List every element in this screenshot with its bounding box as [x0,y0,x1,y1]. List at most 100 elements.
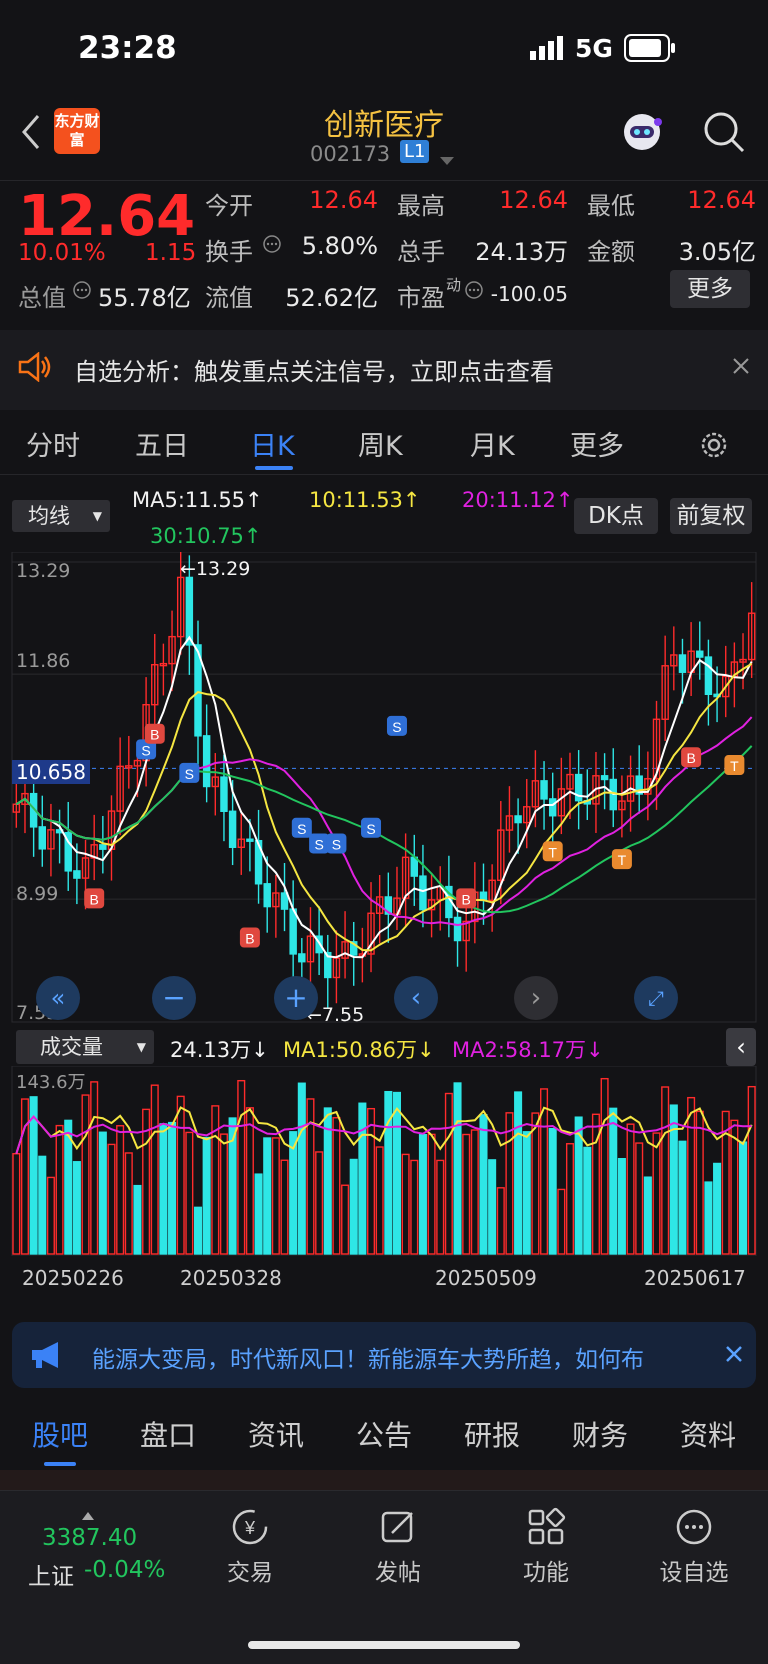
add-watchlist-button[interactable]: 设自选 [634,1507,754,1587]
volume-bar [315,1151,324,1255]
bottom-toolbar: 3387.40 上证 -0.04% ¥ 交易 发帖 功能 设自选 [0,1490,768,1664]
tab-order-book[interactable]: 盘口 [140,1414,196,1454]
tab-five-day[interactable]: 五日 [135,424,189,463]
zoom-in-icon[interactable]: + [274,976,318,1020]
tab-monthly-k[interactable]: 月K [470,424,515,463]
stat-value: 24.13万 [475,238,568,266]
tab-announcements[interactable]: 公告 [356,1414,412,1454]
ma20-label: 20:11.12↑ [462,488,574,512]
scroll-left-fast-icon[interactable]: « [36,976,80,1020]
period-tabs: 分时 五日 日K 周K 月K 更多 [0,412,768,475]
volume-bar [427,1133,436,1255]
yen-icon: ¥ [232,1509,268,1545]
volume-bar [384,1090,393,1255]
status-bar: 23:28 5G [0,0,768,100]
level-badge[interactable]: L1 [400,140,430,163]
trade-button[interactable]: ¥ 交易 [190,1507,310,1587]
volume-bar [635,1142,644,1255]
volume-bar [254,1173,263,1255]
signal-marker-label: S [141,742,150,758]
kline-svg: BSBSBSS SSSBT TB T [11,546,757,1023]
close-icon[interactable] [731,356,751,380]
volume-bar [81,1094,90,1255]
info-icon[interactable] [464,280,484,304]
volume-bar [531,1112,540,1255]
search-icon[interactable] [702,110,746,158]
volume-bar [349,1158,358,1255]
volume-bar [695,1110,704,1255]
nav-header: 东方财富 创新医疗 002173 L1 [0,100,768,181]
functions-button[interactable]: 功能 [486,1507,606,1587]
tab-profile[interactable]: 资料 [680,1414,736,1454]
candle-body [548,798,557,817]
tab-news[interactable]: 资讯 [248,1414,304,1454]
info-icon[interactable] [72,280,92,304]
volume-bar [280,1159,289,1255]
stat-label: 市盈 [397,284,445,312]
fullscreen-icon[interactable]: ⤢ [634,976,678,1020]
volume-chart[interactable] [0,1065,768,1260]
tab-financials[interactable]: 财务 [572,1414,628,1454]
info-icon[interactable] [262,234,282,258]
stat-value-total-value: 55.78亿 [98,284,191,312]
tab-weekly-k[interactable]: 周K [358,424,403,463]
adjust-button[interactable]: 前复权 [670,498,752,534]
ma-selector[interactable]: 均线 ▼ [12,500,110,532]
stat-value: 12.64 [499,186,568,214]
banner-text: 能源大变局，时代新风口！新能源车大势所趋，如何布 [92,1347,644,1373]
volume-bar [38,1155,47,1255]
step-left-icon[interactable]: ‹ [394,976,438,1020]
tab-daily-k[interactable]: 日K [250,424,295,463]
volume-bar [418,1133,427,1255]
volume-bar [72,1161,81,1255]
promo-banner[interactable]: 能源大变局，时代新风口！新能源车大势所趋，如何布 [12,1322,756,1388]
tab-forum[interactable]: 股吧 [32,1414,88,1454]
analysis-strip[interactable]: 自选分析：触发重点关注信号，立即点击查看 [0,330,768,410]
kline-chart[interactable]: BSBSBSSSSSBTTBT [0,546,768,1036]
volume-bar [514,1091,523,1255]
robot-assistant-icon[interactable] [618,108,666,160]
candle-body [246,838,254,842]
tab-intraday[interactable]: 分时 [26,424,80,463]
ma-selector-label: 均线 [28,504,70,528]
svg-text:¥: ¥ [244,1518,256,1538]
volume-bar [600,1077,609,1255]
volume-bar [713,1162,722,1255]
quote-panel: 12.64 10.01% 1.15 今开 12.64 最高 12.64 最低 12.64 换… [0,180,768,328]
ma5-label: MA5:11.55↑ [132,488,263,512]
axis-upper: 11.86 [16,650,71,672]
signal-marker-label: B [462,891,471,907]
volume-bar [565,1143,575,1255]
tab-more[interactable]: 更多 [570,424,624,463]
settings-gear-icon[interactable] [697,428,731,466]
signal-marker-label: B [245,931,254,947]
volume-selector[interactable]: 成交量 ▼ [16,1030,154,1064]
volume-bar [341,1184,350,1255]
volume-bar [470,1129,479,1255]
volume-bar [444,1092,453,1255]
chevron-down-icon[interactable] [440,150,454,169]
clock: 23:28 [78,30,177,66]
close-icon[interactable] [724,1344,744,1368]
ma20-line [15,716,753,927]
volume-bar [219,1133,228,1255]
post-button[interactable]: 发帖 [338,1507,458,1587]
step-right-icon[interactable]: › [514,976,558,1020]
candle-body [453,916,462,942]
tab-research[interactable]: 研报 [464,1414,520,1454]
index-value: 3387.40 [42,1525,138,1551]
stat-label: 最高 [397,192,445,220]
dk-point-button[interactable]: DK点 [574,498,658,534]
candle-body [696,650,704,658]
more-button[interactable]: 更多 [670,270,750,308]
candle-body [410,856,419,877]
volume-bar [46,1176,55,1255]
post-label: 发帖 [375,1560,421,1586]
zoom-out-icon[interactable]: − [152,976,196,1020]
ma10-line [15,662,753,952]
volume-bar [609,1107,618,1255]
active-tab-indicator [255,466,293,470]
volume-bar [193,1206,203,1255]
collapse-panel-icon[interactable]: ‹ [726,1028,756,1066]
change-pct: 10.01% [18,240,106,266]
